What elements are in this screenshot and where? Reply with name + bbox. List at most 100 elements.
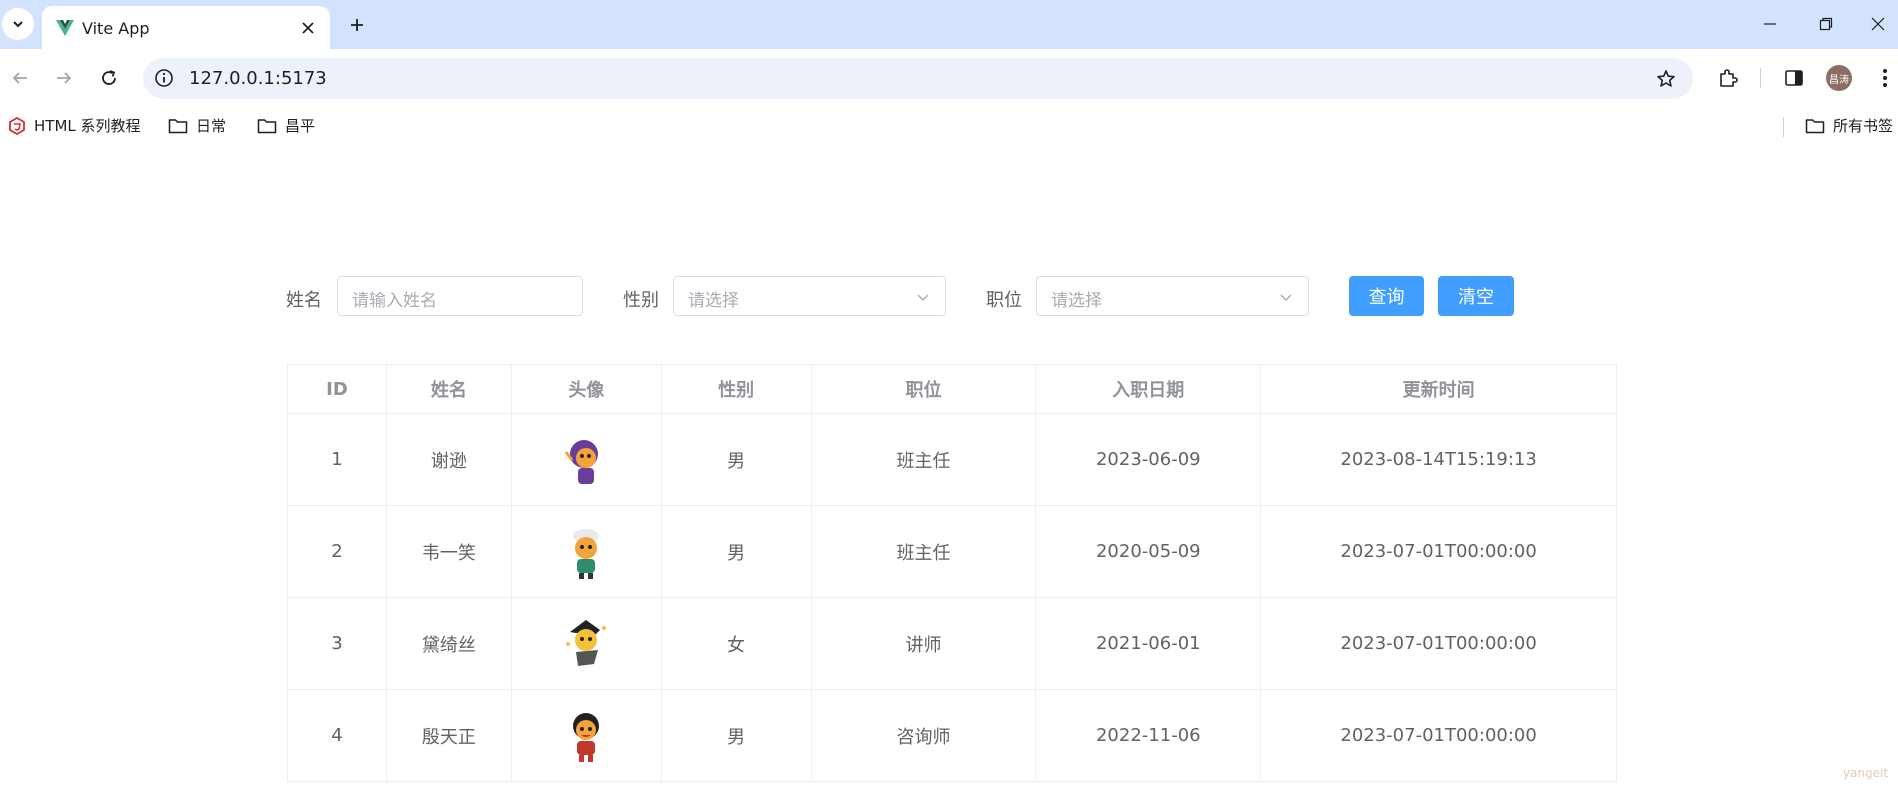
table-header-row: ID 姓名 头像 性别 职位 入职日期 更新时间 bbox=[287, 364, 1617, 414]
header-update-time: 更新时间 bbox=[1260, 364, 1617, 414]
avatar-image bbox=[573, 528, 600, 579]
restore-button[interactable] bbox=[1812, 10, 1840, 38]
bookmarks-divider bbox=[1783, 117, 1784, 137]
browser-toolbar: 127.0.0.1:5173 昌涛 bbox=[0, 49, 1898, 107]
cell-update-time: 2023-07-01T00:00:00 bbox=[1260, 505, 1617, 598]
plus-icon bbox=[351, 19, 363, 31]
cell-job: 咨询师 bbox=[810, 689, 1037, 782]
browser-tab-bar: Vite App bbox=[0, 0, 1898, 49]
bookmark-folder-changping[interactable]: 昌平 bbox=[257, 115, 315, 136]
cell-avatar bbox=[510, 413, 662, 506]
cell-gender: 男 bbox=[660, 505, 812, 598]
name-input[interactable]: 请输入姓名 bbox=[337, 276, 583, 316]
table-row: 1 谢逊 男 班主任 2023-06-09 2023-08-14T15:19:1… bbox=[287, 413, 1617, 506]
gender-select-placeholder: 请选择 bbox=[688, 291, 739, 311]
side-panel-button[interactable] bbox=[1779, 63, 1809, 93]
restore-icon bbox=[1819, 17, 1833, 31]
bookmark-html-tutorial[interactable]: HTML 系列教程 bbox=[8, 115, 141, 136]
bookmark-label: 日常 bbox=[196, 117, 227, 135]
name-input-placeholder: 请输入姓名 bbox=[352, 291, 437, 311]
cell-id: 4 bbox=[287, 689, 387, 782]
table-row: 3 黛绮丝 女 讲师 2021-06-01 2023-07-01T00:00:0… bbox=[287, 597, 1617, 690]
forward-button[interactable] bbox=[49, 63, 79, 93]
bookmarks-bar: HTML 系列教程 日常 昌平 所有书签 bbox=[0, 107, 1898, 145]
cell-name: 黛绮丝 bbox=[385, 597, 512, 690]
toolbar-divider bbox=[1760, 68, 1761, 88]
all-bookmarks-label: 所有书签 bbox=[1833, 117, 1894, 135]
header-job: 职位 bbox=[810, 364, 1037, 414]
chevron-down-icon bbox=[1280, 294, 1292, 301]
cell-id: 3 bbox=[287, 597, 387, 690]
minimize-icon bbox=[1764, 23, 1776, 25]
vue-logo-icon bbox=[56, 20, 74, 36]
bookmark-label: HTML 系列教程 bbox=[34, 117, 141, 135]
arrow-right-icon bbox=[57, 72, 72, 84]
table-row: 2 韦一笑 男 班主任 2020-05-09 2023-07-01T00:00:… bbox=[287, 505, 1617, 598]
new-tab-button[interactable] bbox=[344, 12, 370, 38]
close-tab-icon[interactable] bbox=[296, 16, 320, 40]
header-entry-date: 入职日期 bbox=[1035, 364, 1262, 414]
header-gender: 性别 bbox=[660, 364, 812, 414]
cell-avatar bbox=[510, 597, 662, 690]
cell-gender: 男 bbox=[660, 689, 812, 782]
cell-id: 1 bbox=[287, 413, 387, 506]
cell-gender: 女 bbox=[660, 597, 812, 690]
browser-menu-button[interactable] bbox=[1870, 63, 1898, 93]
side-panel-icon bbox=[1785, 70, 1803, 86]
job-select-placeholder: 请选择 bbox=[1051, 291, 1102, 311]
cell-name: 韦一笑 bbox=[385, 505, 512, 598]
cell-job: 班主任 bbox=[810, 505, 1037, 598]
query-button[interactable]: 查询 bbox=[1349, 276, 1424, 316]
cell-update-time: 2023-08-14T15:19:13 bbox=[1260, 413, 1617, 506]
minimize-button[interactable] bbox=[1756, 10, 1784, 38]
tab-search-button[interactable] bbox=[2, 8, 34, 40]
cell-job: 讲师 bbox=[810, 597, 1037, 690]
arrow-left-icon bbox=[12, 72, 27, 84]
cell-avatar bbox=[510, 689, 662, 782]
table-row: 4 殷天正 男 咨询师 2022-11-06 2023-07-01T00:00:… bbox=[287, 689, 1617, 782]
browser-tab[interactable]: Vite App bbox=[42, 6, 330, 49]
avatar-image bbox=[573, 712, 600, 762]
name-label: 姓名 bbox=[286, 290, 322, 311]
close-window-button[interactable] bbox=[1864, 10, 1892, 38]
all-bookmarks-button[interactable]: 所有书签 bbox=[1805, 115, 1893, 136]
reload-button[interactable] bbox=[94, 63, 124, 93]
folder-icon bbox=[1805, 118, 1825, 133]
cell-entry-date: 2020-05-09 bbox=[1035, 505, 1262, 598]
folder-icon bbox=[168, 118, 188, 133]
address-bar[interactable]: 127.0.0.1:5173 bbox=[143, 58, 1693, 99]
site-info-icon[interactable] bbox=[153, 67, 175, 89]
tab-title: Vite App bbox=[82, 19, 150, 38]
puzzle-icon bbox=[1720, 69, 1738, 87]
folder-icon bbox=[257, 118, 277, 133]
cell-name: 殷天正 bbox=[385, 689, 512, 782]
cell-entry-date: 2021-06-01 bbox=[1035, 597, 1262, 690]
cell-avatar bbox=[510, 505, 662, 598]
profile-avatar[interactable]: 昌涛 bbox=[1826, 65, 1852, 91]
header-name: 姓名 bbox=[385, 364, 512, 414]
bookmark-star-icon[interactable] bbox=[1653, 66, 1679, 92]
chevron-down-icon bbox=[917, 294, 929, 301]
cell-update-time: 2023-07-01T00:00:00 bbox=[1260, 689, 1617, 782]
back-button[interactable] bbox=[5, 63, 35, 93]
bookmark-folder-daily[interactable]: 日常 bbox=[168, 115, 226, 136]
clear-button[interactable]: 清空 bbox=[1438, 276, 1514, 316]
gender-select[interactable]: 请选择 bbox=[673, 276, 946, 316]
job-select[interactable]: 请选择 bbox=[1036, 276, 1309, 316]
header-avatar: 头像 bbox=[510, 364, 662, 414]
chevron-down-icon bbox=[13, 21, 23, 28]
job-label: 职位 bbox=[986, 290, 1022, 311]
bookmark-label: 昌平 bbox=[285, 117, 316, 135]
gender-label: 性别 bbox=[623, 290, 659, 311]
url-text[interactable]: 127.0.0.1:5173 bbox=[189, 68, 327, 89]
employee-table: ID 姓名 头像 性别 职位 入职日期 更新时间 1 谢逊 男 班主任 2023… bbox=[287, 364, 1617, 782]
extensions-button[interactable] bbox=[1713, 63, 1743, 93]
watermark: yangeit bbox=[1843, 766, 1889, 780]
cell-update-time: 2023-07-01T00:00:00 bbox=[1260, 597, 1617, 690]
cell-job: 班主任 bbox=[810, 413, 1037, 506]
header-id: ID bbox=[287, 364, 387, 414]
avatar-image bbox=[566, 619, 607, 666]
close-icon bbox=[1871, 17, 1885, 31]
reload-icon bbox=[102, 70, 116, 85]
html-logo-icon bbox=[9, 116, 25, 135]
